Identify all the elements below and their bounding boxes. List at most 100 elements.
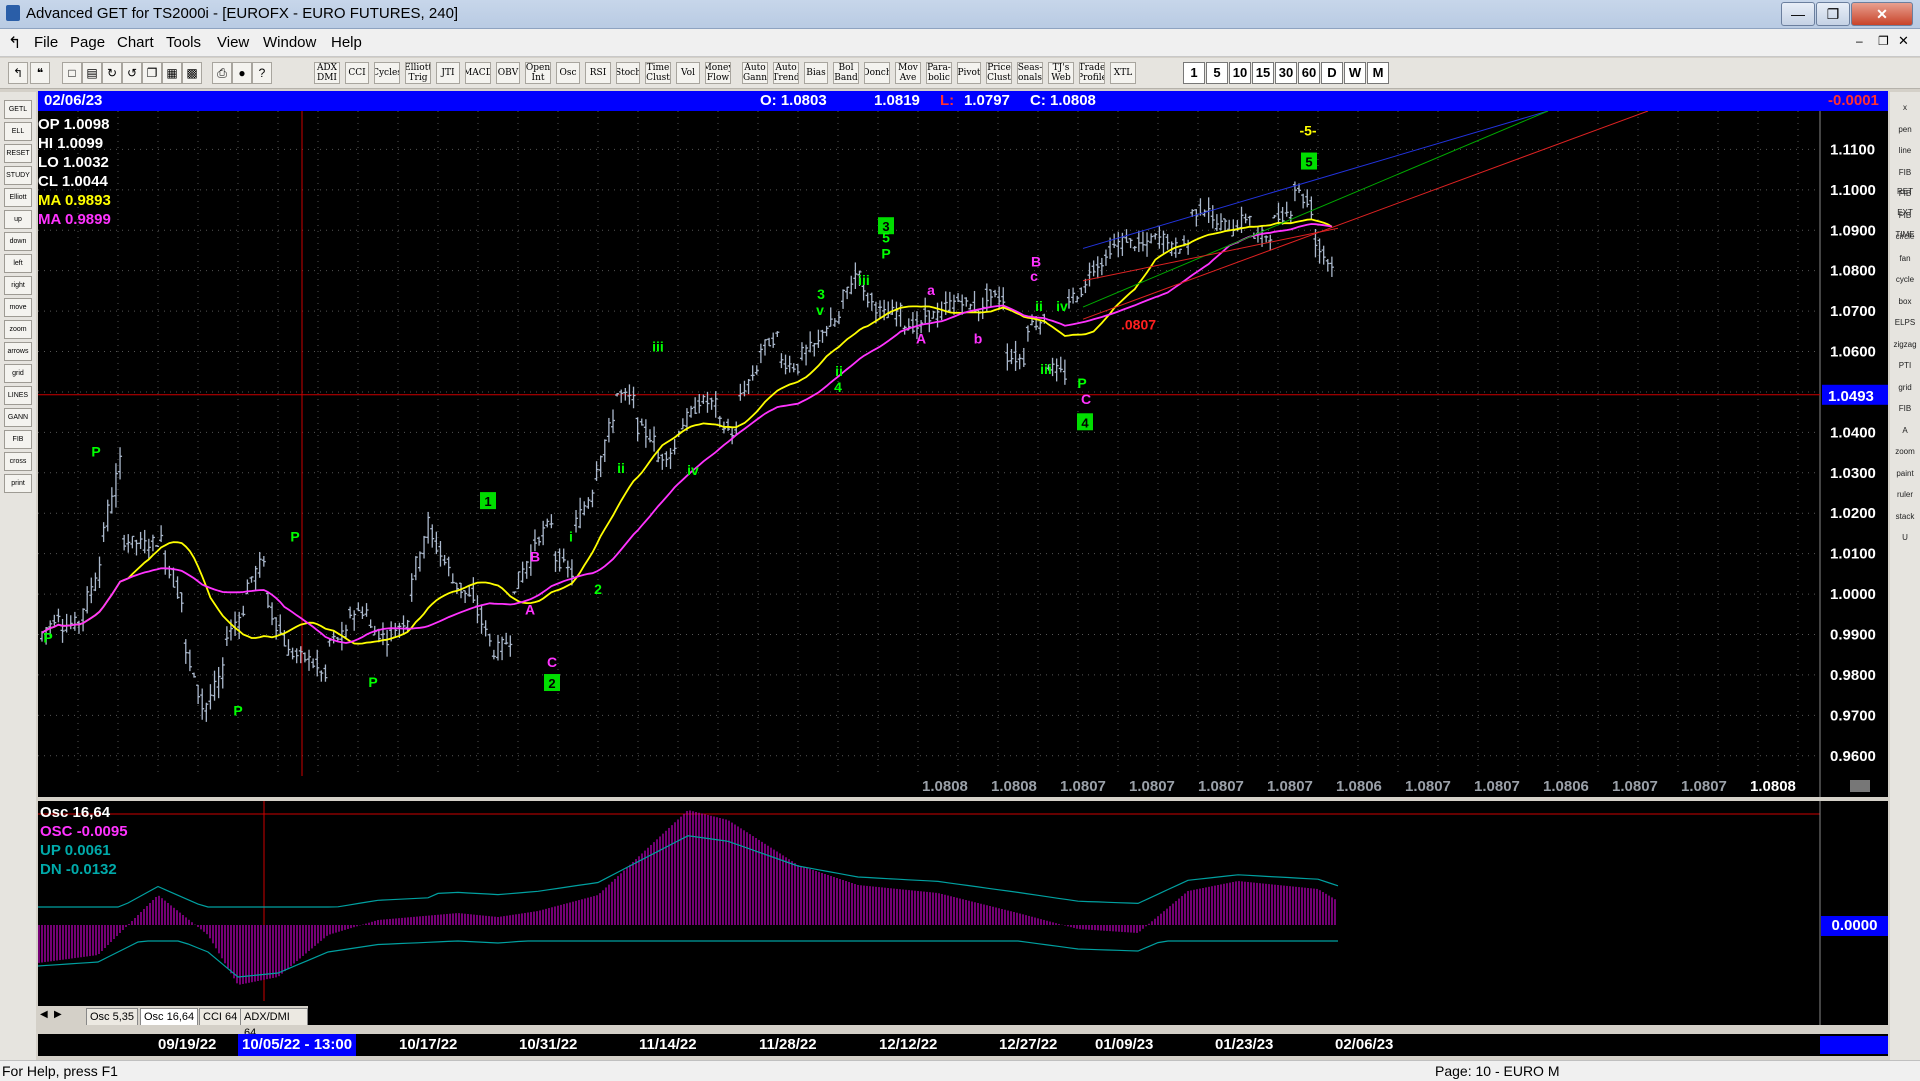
left-tool-study[interactable]: STUDY xyxy=(4,166,32,185)
study-button-jti[interactable]: JTI xyxy=(436,62,460,84)
right-tool-grid[interactable]: grid xyxy=(1893,378,1917,397)
study-button-para-bolic[interactable]: Para-bolic xyxy=(926,62,952,84)
study-button-obv[interactable]: OBV xyxy=(496,62,520,84)
study-button-auto-gann[interactable]: Auto Gann xyxy=(742,62,768,84)
left-tool-grid[interactable]: grid xyxy=(4,364,32,383)
left-tool-cross[interactable]: cross xyxy=(4,452,32,471)
left-tool-move[interactable]: move xyxy=(4,298,32,317)
left-tool-gann[interactable]: GANN xyxy=(4,408,32,427)
right-tool-cycle[interactable]: cycle xyxy=(1893,270,1917,289)
left-tool-up[interactable]: up xyxy=(4,210,32,229)
right-tool-pen[interactable]: pen xyxy=(1893,120,1917,139)
tf-60[interactable]: 60 xyxy=(1298,62,1320,84)
left-tool-print[interactable]: print xyxy=(4,474,32,493)
right-tool-fib-ext[interactable]: FIB EXT xyxy=(1893,184,1917,217)
copy-icon[interactable]: ❐ xyxy=(142,62,162,84)
right-tool-circle[interactable]: circle xyxy=(1893,227,1917,246)
study-button-price-clust[interactable]: Price Clust xyxy=(986,62,1012,84)
tab-next-icon[interactable]: ▶ xyxy=(54,1009,62,1020)
left-tool-right[interactable]: right xyxy=(4,276,32,295)
study-button-xtl[interactable]: XTL xyxy=(1110,62,1136,84)
close-button[interactable]: ✕ xyxy=(1851,2,1913,26)
menu-chart[interactable]: Chart xyxy=(117,34,154,51)
help-icon[interactable]: ? xyxy=(252,62,272,84)
left-tool-getl[interactable]: GETL xyxy=(4,100,32,119)
right-tool-box[interactable]: box xyxy=(1893,292,1917,311)
left-tool-arrows[interactable]: arrows xyxy=(4,342,32,361)
grid-icon[interactable]: ▦ xyxy=(162,62,182,84)
menu-view[interactable]: View xyxy=(217,34,249,51)
bulb-icon[interactable]: ● xyxy=(232,62,252,84)
left-tool-reset[interactable]: RESET xyxy=(4,144,32,163)
study-button-auto-trend[interactable]: Auto Trend xyxy=(773,62,799,84)
tab-cci-64[interactable]: CCI 64 xyxy=(199,1008,242,1025)
right-tool-pti[interactable]: PTI xyxy=(1893,356,1917,375)
tab-prev-icon[interactable]: ◀ xyxy=(40,1009,48,1020)
left-tool-ell[interactable]: ELL xyxy=(4,122,32,141)
study-button-pivot[interactable]: Pivot xyxy=(957,62,981,84)
menu-tools[interactable]: Tools xyxy=(166,34,201,51)
tab-adx-dmi-64[interactable]: ADX/DMI 64 xyxy=(240,1008,308,1039)
right-tool-ruler[interactable]: ruler xyxy=(1893,485,1917,504)
study-button-bol-band[interactable]: Bol Band xyxy=(833,62,859,84)
quote-icon[interactable]: ❝ xyxy=(30,62,50,84)
study-button-donch[interactable]: Donch xyxy=(864,62,890,84)
right-tool-fan[interactable]: fan xyxy=(1893,249,1917,268)
print-icon[interactable]: ⎙ xyxy=(212,62,232,84)
study-button-macd[interactable]: MACD xyxy=(465,62,491,84)
tf-1[interactable]: 1 xyxy=(1183,62,1205,84)
study-button-rsi[interactable]: RSI xyxy=(585,62,611,84)
price-chart[interactable]: 1.11001.10001.09001.08001.07001.06001.05… xyxy=(38,110,1888,797)
left-tool-down[interactable]: down xyxy=(4,232,32,251)
tab-osc-16-64[interactable]: Osc 16,64 xyxy=(140,1008,199,1025)
study-button-trade-profile[interactable]: Trade Profile xyxy=(1079,62,1105,84)
right-tool-zoom[interactable]: zoom xyxy=(1893,442,1917,461)
right-tool-u[interactable]: U xyxy=(1893,528,1917,547)
open-icon[interactable]: ▤ xyxy=(82,62,102,84)
mdi-close-icon[interactable]: ✕ xyxy=(1898,33,1909,49)
tab-osc-5-35[interactable]: Osc 5,35 xyxy=(86,1008,139,1025)
study-button-money-flow[interactable]: Money Flow xyxy=(705,62,731,84)
study-button-stoch[interactable]: Stoch xyxy=(616,62,640,84)
left-tool-lines[interactable]: LINES xyxy=(4,386,32,405)
new-page-icon[interactable]: □ xyxy=(62,62,82,84)
study-button-bias[interactable]: Bias xyxy=(804,62,828,84)
study-button-time-clust[interactable]: Time Clust xyxy=(645,62,671,84)
left-tool-zoom[interactable]: zoom xyxy=(4,320,32,339)
right-tool-fib-ret[interactable]: FIB RET xyxy=(1893,163,1917,196)
menu-window[interactable]: Window xyxy=(263,34,316,51)
study-button-osc[interactable]: Osc xyxy=(556,62,580,84)
menu-file[interactable]: File xyxy=(34,34,58,51)
study-button-mov-ave[interactable]: Mov Ave xyxy=(895,62,921,84)
mdi-restore-icon[interactable]: ❐ xyxy=(1878,34,1889,48)
tf-5[interactable]: 5 xyxy=(1206,62,1228,84)
maximize-button[interactable]: ❐ xyxy=(1816,2,1850,26)
right-tool-fib-time[interactable]: FIB TIME xyxy=(1893,206,1917,239)
tf-10[interactable]: 10 xyxy=(1229,62,1251,84)
study-button-seas-onals[interactable]: Seas-onals xyxy=(1017,62,1043,84)
study-button-open-int[interactable]: Open Int xyxy=(525,62,551,84)
left-tool-elliott[interactable]: Elliott xyxy=(4,188,32,207)
pointer-icon[interactable]: ↰ xyxy=(8,62,28,84)
right-tool-fib[interactable]: FIB xyxy=(1893,399,1917,418)
right-tool-paint[interactable]: paint xyxy=(1893,464,1917,483)
redo-icon[interactable]: ↺ xyxy=(122,62,142,84)
refresh-icon[interactable]: ↻ xyxy=(102,62,122,84)
menu-help[interactable]: Help xyxy=(331,34,362,51)
right-tool-a[interactable]: A xyxy=(1893,421,1917,440)
right-tool-x[interactable]: x xyxy=(1893,98,1917,117)
study-button-adx-dmi[interactable]: ADX DMI xyxy=(314,62,340,84)
study-button-cci[interactable]: CCI xyxy=(345,62,369,84)
left-tool-fib[interactable]: FIB xyxy=(4,430,32,449)
mdi-minimize-icon[interactable]: – xyxy=(1856,34,1863,48)
minimize-button[interactable]: — xyxy=(1781,2,1815,26)
oscillator-pane[interactable]: Osc 16,64 OSC -0.0095 UP 0.0061 DN -0.01… xyxy=(37,801,1888,1025)
tf-30[interactable]: 30 xyxy=(1275,62,1297,84)
right-tool-zigzag[interactable]: zigzag xyxy=(1893,335,1917,354)
right-tool-stack[interactable]: stack xyxy=(1893,507,1917,526)
tf-15[interactable]: 15 xyxy=(1252,62,1274,84)
tf-w[interactable]: W xyxy=(1344,62,1366,84)
save-icon[interactable]: ▩ xyxy=(182,62,202,84)
right-tool-elps[interactable]: ELPS xyxy=(1893,313,1917,332)
right-tool-line[interactable]: line xyxy=(1893,141,1917,160)
